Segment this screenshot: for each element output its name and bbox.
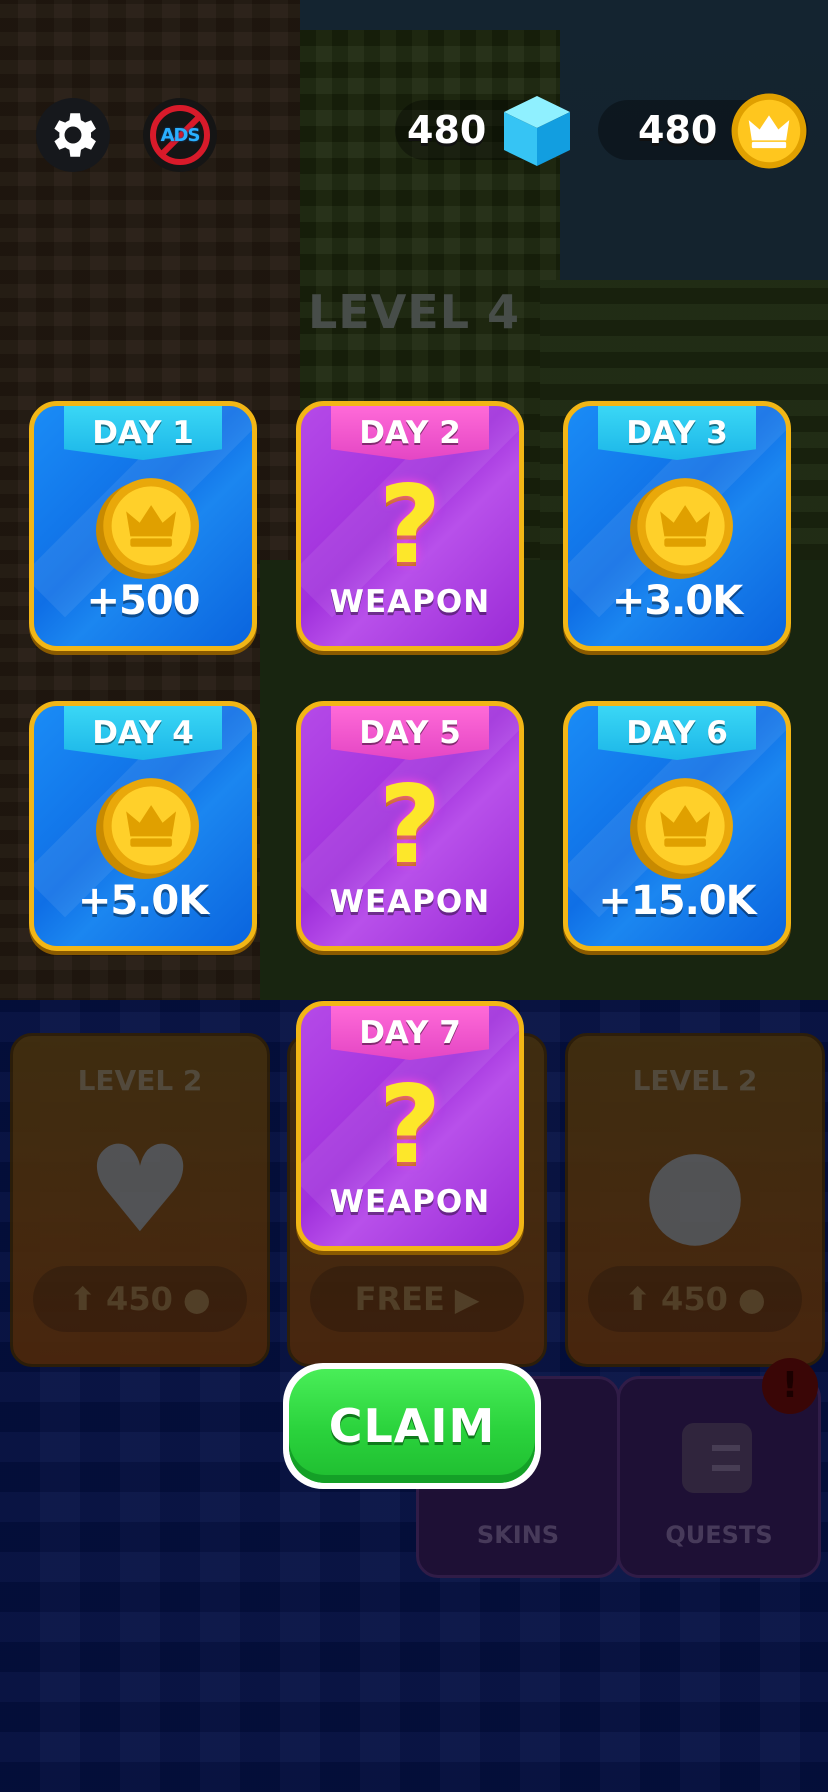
crown-coin-icon bbox=[731, 93, 807, 169]
reward-card-day-5[interactable]: DAY 5? WEAPON bbox=[296, 701, 524, 951]
crown-coin-icon bbox=[630, 478, 733, 579]
crown-coin-icon bbox=[96, 778, 199, 879]
reward-card-day-3[interactable]: DAY 3 +3.0K bbox=[563, 401, 791, 651]
settings-button[interactable] bbox=[36, 98, 110, 172]
reward-card-day-7[interactable]: DAY 7? WEAPON bbox=[296, 1001, 524, 1251]
gem-amount: 480 bbox=[407, 108, 487, 152]
reward-type-label: WEAPON bbox=[329, 584, 491, 620]
remove-ads-button[interactable]: ADS bbox=[143, 98, 217, 172]
reward-card-day-2[interactable]: DAY 2? WEAPON bbox=[296, 401, 524, 651]
mystery-question-icon: ? bbox=[378, 463, 442, 588]
day-ribbon: DAY 1 bbox=[64, 406, 222, 460]
gear-icon bbox=[54, 113, 96, 157]
gem-cube-icon bbox=[504, 96, 570, 166]
reward-amount: +15.0K bbox=[598, 878, 756, 924]
day-ribbon: DAY 7 bbox=[331, 1006, 489, 1060]
reward-type-label: WEAPON bbox=[329, 1184, 491, 1220]
reward-card-day-1[interactable]: DAY 1 +500 bbox=[29, 401, 257, 651]
crown-coin-icon bbox=[96, 478, 199, 579]
crown-coin-icon bbox=[630, 778, 733, 879]
day-ribbon: DAY 6 bbox=[598, 706, 756, 760]
mystery-question-icon: ? bbox=[378, 763, 442, 888]
reward-type-label: WEAPON bbox=[329, 884, 491, 920]
day-ribbon: DAY 2 bbox=[331, 406, 489, 460]
day-ribbon: DAY 4 bbox=[64, 706, 222, 760]
day-ribbon: DAY 5 bbox=[331, 706, 489, 760]
coin-amount: 480 bbox=[638, 108, 718, 152]
no-ads-text: ADS bbox=[160, 124, 201, 146]
reward-card-day-6[interactable]: DAY 6 +15.0K bbox=[563, 701, 791, 951]
reward-amount: +500 bbox=[86, 578, 200, 624]
day-ribbon: DAY 3 bbox=[598, 406, 756, 460]
reward-amount: +5.0K bbox=[77, 878, 209, 924]
mystery-question-icon: ? bbox=[378, 1063, 442, 1188]
claim-button[interactable]: CLAIM bbox=[283, 1363, 541, 1489]
claim-label: CLAIM bbox=[289, 1369, 535, 1483]
reward-card-day-4[interactable]: DAY 4 +5.0K bbox=[29, 701, 257, 951]
reward-amount: +3.0K bbox=[611, 578, 743, 624]
